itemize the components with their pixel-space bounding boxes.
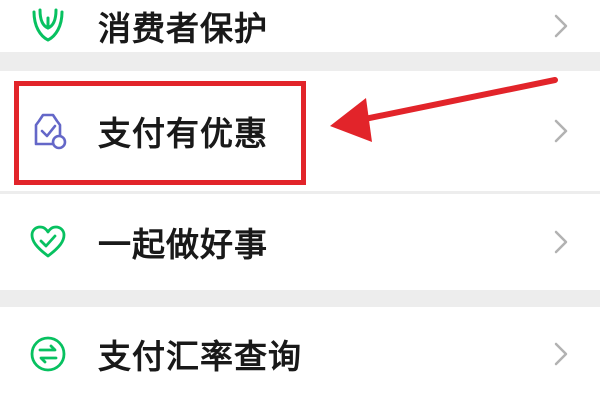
- menu-item-exchange-rate-query[interactable]: 支付汇率查询: [0, 307, 600, 400]
- heart-check-icon: [26, 220, 70, 264]
- chevron-right-icon: [548, 338, 574, 370]
- menu-item-label: 支付有优惠: [98, 114, 268, 153]
- chevron-right-icon: [548, 226, 574, 258]
- menu-item-consumer-protection[interactable]: 消费者保护: [0, 0, 600, 52]
- exchange-icon: [26, 332, 70, 376]
- menu-item-label: 消费者保护: [98, 9, 268, 48]
- chevron-right-icon: [548, 115, 574, 147]
- settings-screen: 消费者保护 支付有优惠 一起做好事 支付汇率查询: [0, 0, 600, 400]
- chevron-right-icon: [548, 10, 574, 42]
- coupon-bag-icon: [26, 109, 70, 153]
- menu-item-label: 一起做好事: [98, 225, 268, 264]
- menu-item-payment-discount[interactable]: 支付有优惠: [0, 71, 600, 191]
- menu-item-label: 支付汇率查询: [98, 336, 302, 376]
- shield-hands-icon: [26, 4, 70, 48]
- menu-item-do-good-together[interactable]: 一起做好事: [0, 194, 600, 290]
